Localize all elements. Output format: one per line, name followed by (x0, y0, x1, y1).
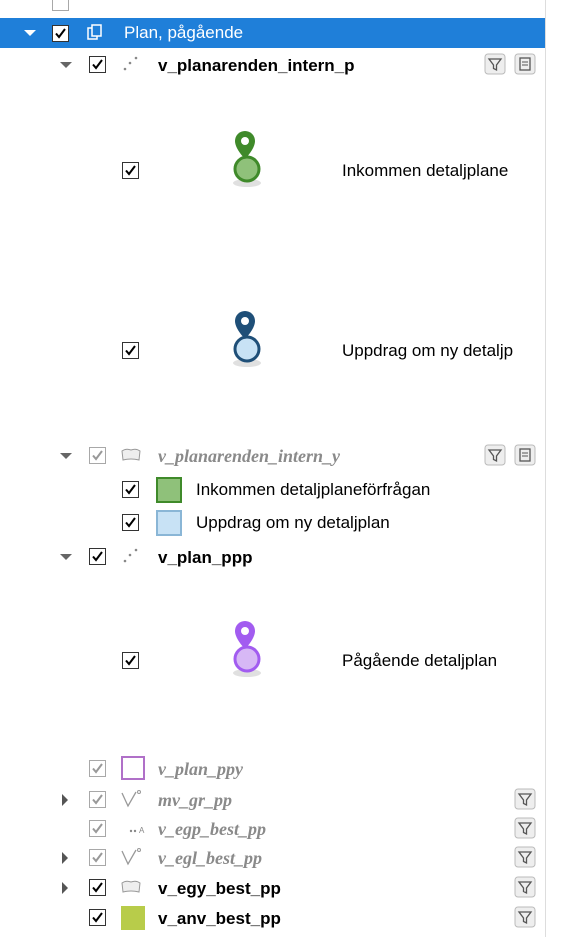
filter-icon[interactable] (514, 906, 536, 928)
polygon-swatch (121, 906, 145, 930)
vertical-scrollbar[interactable] (545, 0, 564, 937)
layer-name: v_planarenden_intern_y (158, 446, 341, 466)
legend-checkbox[interactable] (122, 514, 139, 531)
filter-icon[interactable] (484, 444, 506, 466)
collapse-arrow-icon[interactable] (60, 62, 72, 68)
svg-text:A: A (139, 826, 145, 835)
expand-arrow-icon[interactable] (62, 794, 68, 806)
expand-arrow-icon[interactable] (62, 882, 68, 894)
layer-checkbox[interactable] (89, 760, 106, 777)
legend-item[interactable]: Pågående detaljplan (0, 585, 546, 735)
legend-label: Uppdrag om ny detaljplan (196, 513, 390, 532)
layer-row-v_egl_best_pp[interactable]: v_egl_best_pp (0, 843, 546, 873)
layer-checkbox[interactable] (89, 56, 106, 73)
layer-name: mv_gr_pp (158, 790, 232, 810)
layer-row-v_planarenden_intern_y[interactable]: v_planarenden_intern_y (0, 441, 546, 471)
layer-row-v_egy_best_pp[interactable]: v_egy_best_pp (0, 873, 546, 903)
map-pin-icon (222, 129, 268, 193)
layer-row-mv_gr_pp[interactable]: mv_gr_pp (0, 785, 546, 815)
layer-checkbox[interactable] (89, 820, 106, 837)
layer-checkbox[interactable] (89, 548, 106, 565)
legend-label: Uppdrag om ny detaljp (342, 341, 514, 360)
group-label: Plan, pågående (124, 23, 244, 42)
collapse-arrow-icon[interactable] (60, 453, 72, 459)
line-layer-icon (120, 789, 142, 809)
collapse-arrow-icon[interactable] (24, 30, 36, 36)
layer-checkbox[interactable] (89, 879, 106, 896)
map-pin-icon (222, 619, 268, 683)
map-pin-icon (222, 309, 268, 373)
layer-name: v_egy_best_pp (158, 879, 281, 898)
layer-row-v_planarenden_intern_p[interactable]: v_planarenden_intern_p (0, 50, 546, 80)
legend-item[interactable]: Inkommen detaljplane (0, 95, 546, 245)
legend-swatch (156, 510, 182, 536)
layer-group-row-plan-pagaende[interactable]: Plan, pågående (0, 18, 546, 48)
legend-label: Inkommen detaljplane (342, 161, 509, 180)
layer-checkbox[interactable] (89, 447, 106, 464)
group-icon (86, 24, 104, 42)
expand-arrow-icon[interactable] (62, 852, 68, 864)
layer-row-partial[interactable] (0, 0, 546, 11)
notes-icon[interactable] (514, 53, 536, 75)
layer-row-v_plan_ppp[interactable]: v_plan_ppp (0, 542, 546, 572)
layer-row-v_egp_best_pp[interactable]: A v_egp_best_pp (0, 814, 546, 844)
layer-checkbox[interactable] (89, 849, 106, 866)
point-layer-icon (121, 55, 139, 73)
legend-label: Inkommen detaljplaneförfrågan (196, 480, 431, 499)
legend-item[interactable]: Inkommen detaljplaneförfrågan (0, 475, 546, 505)
layer-name: v_egp_best_pp (158, 819, 266, 839)
layer-checkbox[interactable] (89, 791, 106, 808)
legend-swatch (156, 477, 182, 503)
layer-checkbox[interactable] (52, 25, 69, 42)
legend-checkbox[interactable] (122, 342, 139, 359)
legend-label: Pågående detaljplan (342, 651, 498, 670)
filter-icon[interactable] (514, 817, 536, 839)
layer-row-v_anv_best_pp[interactable]: v_anv_best_pp (0, 903, 546, 933)
layer-name: v_egl_best_pp (158, 848, 262, 868)
filter-icon[interactable] (514, 846, 536, 868)
layer-name: v_plan_ppy (158, 759, 243, 779)
legend-checkbox[interactable] (122, 162, 139, 179)
filter-icon[interactable] (514, 788, 536, 810)
layer-name: v_plan_ppp (158, 548, 253, 567)
polygon-layer-icon (120, 447, 142, 463)
layer-checkbox[interactable] (89, 909, 106, 926)
collapse-arrow-icon[interactable] (60, 554, 72, 560)
notes-icon[interactable] (514, 444, 536, 466)
label-point-icon: A (128, 822, 148, 836)
filter-icon[interactable] (484, 53, 506, 75)
layer-name: v_planarenden_intern_p (158, 56, 355, 75)
layer-name: v_anv_best_pp (158, 909, 281, 928)
legend-item[interactable]: Uppdrag om ny detaljplan (0, 508, 546, 538)
polygon-layer-icon (120, 879, 142, 895)
layer-checkbox[interactable] (52, 0, 69, 11)
filter-icon[interactable] (514, 876, 536, 898)
layer-row-v_plan_ppy[interactable]: v_plan_ppy (0, 754, 546, 784)
line-layer-icon (120, 847, 142, 867)
point-layer-icon (121, 547, 139, 565)
legend-item[interactable]: Uppdrag om ny detaljp (0, 275, 546, 425)
legend-checkbox[interactable] (122, 652, 139, 669)
polygon-swatch (121, 756, 145, 780)
legend-checkbox[interactable] (122, 481, 139, 498)
